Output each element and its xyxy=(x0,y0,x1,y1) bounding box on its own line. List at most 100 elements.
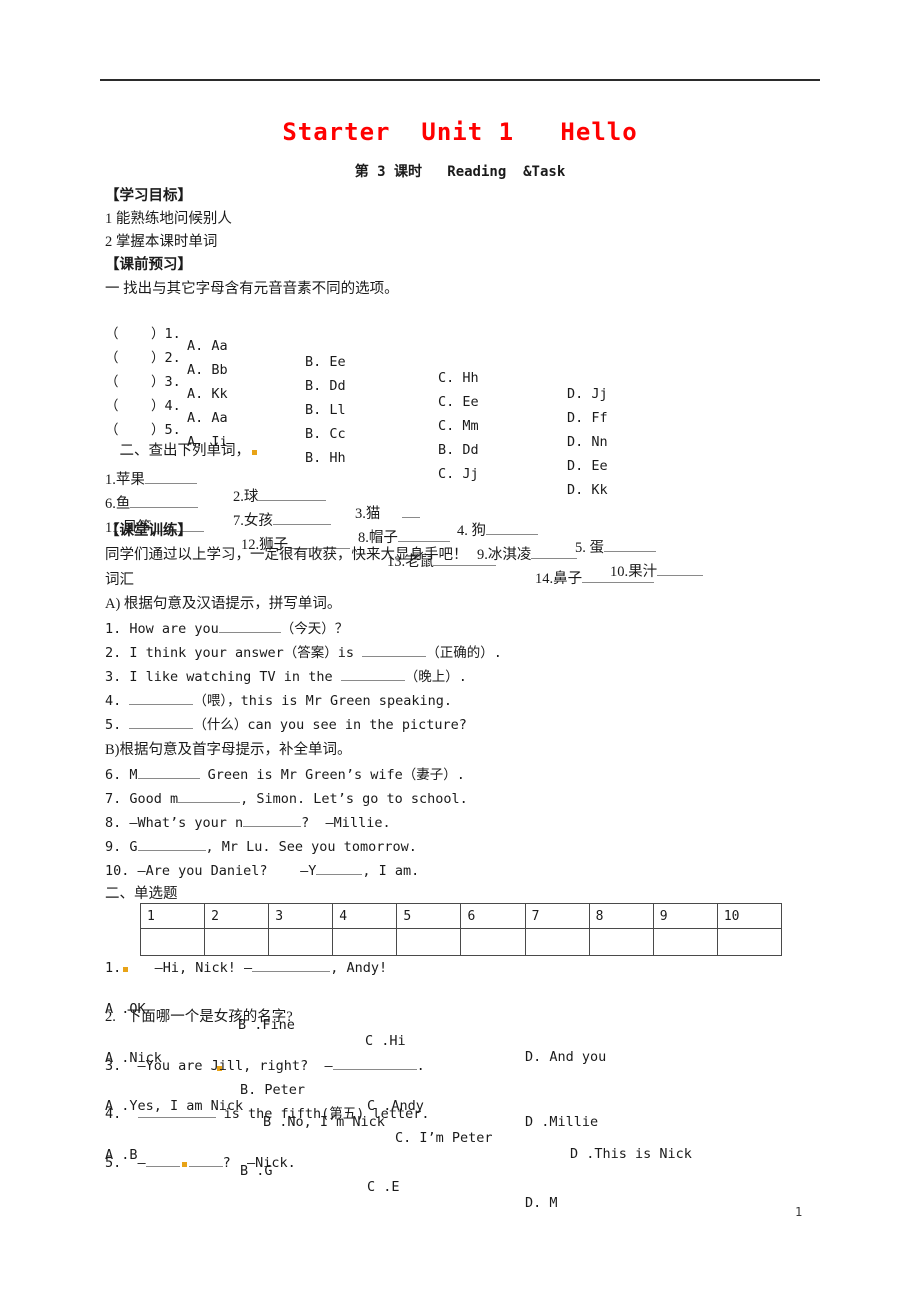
mc-question-stem: 4. is the fifth(第五) letter. xyxy=(105,1106,429,1122)
objective-item-2: 2 掌握本课时单词 xyxy=(105,234,218,250)
answer-blank[interactable] xyxy=(188,1166,223,1167)
answer-blank[interactable] xyxy=(145,1166,180,1167)
question-tail: （晚上）. xyxy=(404,669,467,685)
answer-blank[interactable] xyxy=(252,971,331,972)
answer-blank[interactable] xyxy=(340,680,405,681)
part-a-question: 2. I think your answer（答案）is （正确的）. xyxy=(105,645,502,661)
mc-question-tail: ? —Nick. xyxy=(222,1155,296,1171)
answer-blank[interactable] xyxy=(316,874,363,875)
question-stem: 10. —Are you Daniel? —Y xyxy=(105,863,317,879)
table-cell-number: 5 xyxy=(396,903,462,929)
letter-question-row: （ ）3. A. Kk B. Ll C. Mm D. Nn xyxy=(105,354,865,450)
vocab-blank[interactable] xyxy=(434,565,497,566)
letter-question-row: （ ）4. A. Aa B. Cc B. Dd D. Ee xyxy=(105,378,865,474)
question-stem: 9. G xyxy=(105,839,138,855)
page-title: Starter Unit 1 Hello xyxy=(282,118,638,146)
table-row-answers xyxy=(139,928,783,956)
question-tail: Green is Mr Green’s wife（妻子）. xyxy=(199,767,465,783)
table-row-numbers: 1 2 3 4 5 6 7 8 9 10 xyxy=(139,903,783,929)
question-tail: （今天）？ xyxy=(280,621,349,637)
part-b-question: 10. —Are you Daniel? —Y , I am. xyxy=(105,863,419,879)
answer-blank[interactable] xyxy=(362,656,427,657)
table-cell-answer[interactable] xyxy=(460,928,526,956)
vocab-item: 14.鼻子 xyxy=(535,567,655,588)
answer-blank[interactable] xyxy=(137,778,200,779)
question-stem: 8. —What’s your n xyxy=(105,815,244,831)
question-stem: 7. Good m xyxy=(105,791,179,807)
part-b-instruction: B)根据句意及首字母提示，补全单词。 xyxy=(105,742,352,758)
header-rule xyxy=(100,79,820,81)
table-cell-answer[interactable] xyxy=(204,928,270,956)
answer-blank[interactable] xyxy=(243,826,302,827)
highlight-marker-icon xyxy=(123,967,129,972)
table-cell-answer[interactable] xyxy=(268,928,334,956)
table-cell-answer[interactable] xyxy=(652,928,718,956)
answer-blank[interactable] xyxy=(137,850,206,851)
question-tail: ? —Millie. xyxy=(301,815,391,831)
multiple-choice-heading: 二、单选题 xyxy=(105,886,178,902)
mc-question-stem: 2. 下面哪一个是女孩的名字? xyxy=(105,1009,293,1025)
part-a-question: 4. （喂），this is Mr Green speaking. xyxy=(105,693,452,709)
table-cell-number: 10 xyxy=(716,903,783,929)
table-cell-answer[interactable] xyxy=(588,928,654,956)
table-cell-answer[interactable] xyxy=(139,928,206,956)
question-stem: 3. I like watching TV in the xyxy=(105,669,341,685)
objective-item-1: 1 能熟练地问候别人 xyxy=(105,211,232,227)
practice-intro: 同学们通过以上学习，一定很有收获，快来大显身手吧！ xyxy=(105,547,468,563)
answer-blank[interactable] xyxy=(218,632,281,633)
question-tail: , Mr Lu. See you tomorrow. xyxy=(205,839,417,855)
letter-question-row: （ ）5. A. Ii B. Hh C. Jj D. Kk xyxy=(105,402,865,498)
mc-question-text: —Hi, Nick! — xyxy=(130,960,253,976)
letter-question-row: （ ）2. A. Bb B. Dd C. Ee D. Ff xyxy=(105,330,865,426)
part-b-question: 8. —What’s your n ? —Millie. xyxy=(105,815,391,831)
table-cell-number: 9 xyxy=(652,903,718,929)
preview-heading: 【课前预习】 xyxy=(105,257,192,273)
mc-question-text: 5. — xyxy=(105,1155,146,1171)
highlight-marker-icon xyxy=(181,1162,187,1167)
table-cell-answer[interactable] xyxy=(524,928,590,956)
vocab-blank[interactable] xyxy=(582,582,655,583)
mc-question-text: 3. —You are Jill, right? — xyxy=(105,1058,333,1074)
mc-question-text: 4. xyxy=(105,1106,138,1122)
table-cell-number: 7 xyxy=(524,903,590,929)
table-cell-number: 3 xyxy=(268,903,334,929)
mc-option-d[interactable]: D. M xyxy=(525,1195,558,1211)
answer-blank[interactable] xyxy=(137,1117,216,1118)
letter-option-c[interactable]: C. Mm xyxy=(438,418,479,434)
table-cell-number: 4 xyxy=(332,903,398,929)
question-tail: , Simon. Let’s go to school. xyxy=(240,791,468,807)
question-stem: 1. How are you xyxy=(105,621,219,637)
mc-question-tail: is the fifth(第五) letter. xyxy=(215,1106,430,1122)
question-tail: （喂），this is Mr Green speaking. xyxy=(193,693,452,709)
table-cell-answer[interactable] xyxy=(716,928,783,956)
table-cell-answer[interactable] xyxy=(332,928,398,956)
question-tail: , I am. xyxy=(362,863,420,879)
part-b-question: 7. Good m , Simon. Let’s go to school. xyxy=(105,791,468,807)
mc-option-c[interactable]: C .E xyxy=(367,1179,400,1195)
part-a-instruction: A) 根据句意及汉语提示，拼写单词。 xyxy=(105,596,342,612)
answer-blank[interactable] xyxy=(178,802,241,803)
objectives-heading: 【学习目标】 xyxy=(105,188,192,204)
question-stem: 5. xyxy=(105,717,130,733)
letter-option-d[interactable]: D. Nn xyxy=(567,434,608,450)
part-a-question: 3. I like watching TV in the （晚上）. xyxy=(105,669,467,685)
worksheet-page: Starter Unit 1 Hello 第 3 课时 Reading &Tas… xyxy=(0,0,920,1302)
page-number: 1 xyxy=(795,1205,803,1219)
letter-option-b[interactable]: B. Cc xyxy=(305,426,346,442)
table-cell-answer[interactable] xyxy=(396,928,462,956)
answer-table: 1 2 3 4 5 6 7 8 9 10 xyxy=(139,903,783,956)
vocab-label: 14.鼻子 xyxy=(535,571,583,587)
answer-blank[interactable] xyxy=(129,704,194,705)
table-cell-number: 1 xyxy=(139,903,206,929)
part-b-question: 6. M Green is Mr Green’s wife（妻子）. xyxy=(105,767,465,783)
answer-blank[interactable] xyxy=(129,728,194,729)
question-stem: 4. xyxy=(105,693,130,709)
question-stem: 6. M xyxy=(105,767,138,783)
mc-question-number: 1. xyxy=(105,960,122,976)
table-cell-number: 2 xyxy=(204,903,270,929)
mc-question-tail: . xyxy=(416,1058,425,1074)
table-cell-number: 6 xyxy=(460,903,526,929)
letter-question-row: （ ）1. A. Aa B. Ee C. Hh D. Jj xyxy=(105,306,865,402)
answer-blank[interactable] xyxy=(332,1069,417,1070)
mc-option-row: A .B B .G C .E D. M xyxy=(105,1131,885,1227)
